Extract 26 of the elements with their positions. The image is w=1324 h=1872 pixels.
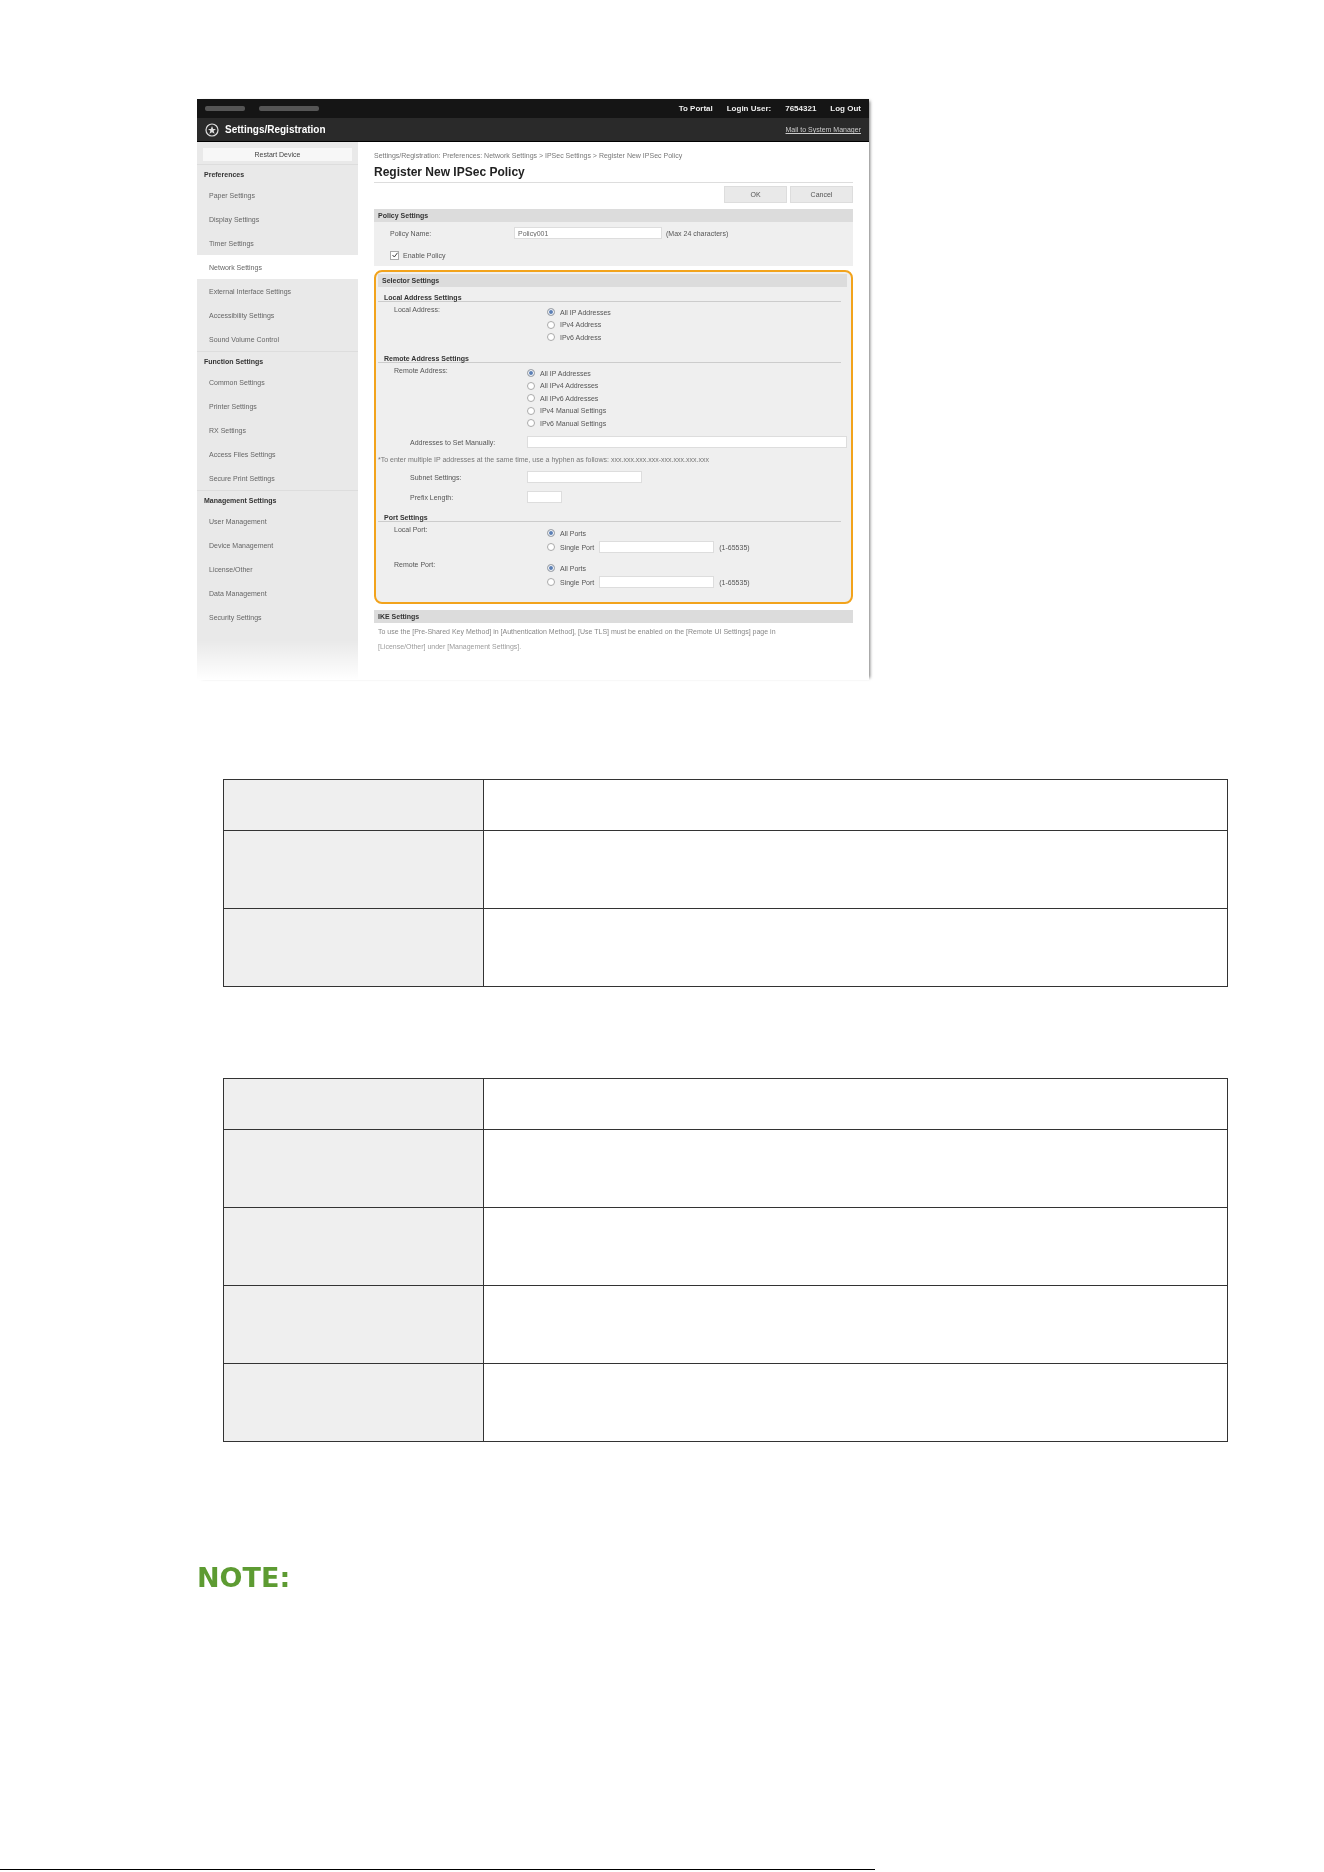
radio-button[interactable] (547, 564, 555, 572)
checkbox[interactable] (390, 250, 399, 260)
address-field[interactable] (527, 436, 847, 448)
logo-icon (205, 122, 219, 137)
app-title: Settings/Registration (225, 124, 326, 135)
note-heading: NOTE: (197, 1562, 292, 1593)
portal-link[interactable]: To Portal (678, 104, 713, 113)
login-user: 7654321 (785, 104, 817, 113)
radio-button[interactable] (527, 394, 535, 403)
logout-link[interactable]: Log Out (830, 104, 861, 113)
prefix-field[interactable] (527, 491, 562, 503)
page-title: Register New IPSec Policy (374, 165, 853, 183)
radio-button[interactable] (547, 578, 555, 586)
radio-button[interactable] (527, 406, 535, 415)
radio-button[interactable] (527, 381, 535, 390)
blurred-text (259, 106, 319, 111)
subnet-field[interactable] (527, 471, 642, 483)
radio-button[interactable] (547, 333, 555, 342)
radio-button[interactable] (547, 543, 555, 551)
port-field[interactable] (599, 541, 715, 553)
port-field[interactable] (599, 576, 715, 588)
radio-button[interactable] (547, 529, 555, 537)
radio-button[interactable] (527, 419, 535, 428)
login-label: Login User: (726, 104, 772, 113)
blurred-text (205, 106, 245, 111)
radio-button[interactable] (547, 320, 555, 329)
